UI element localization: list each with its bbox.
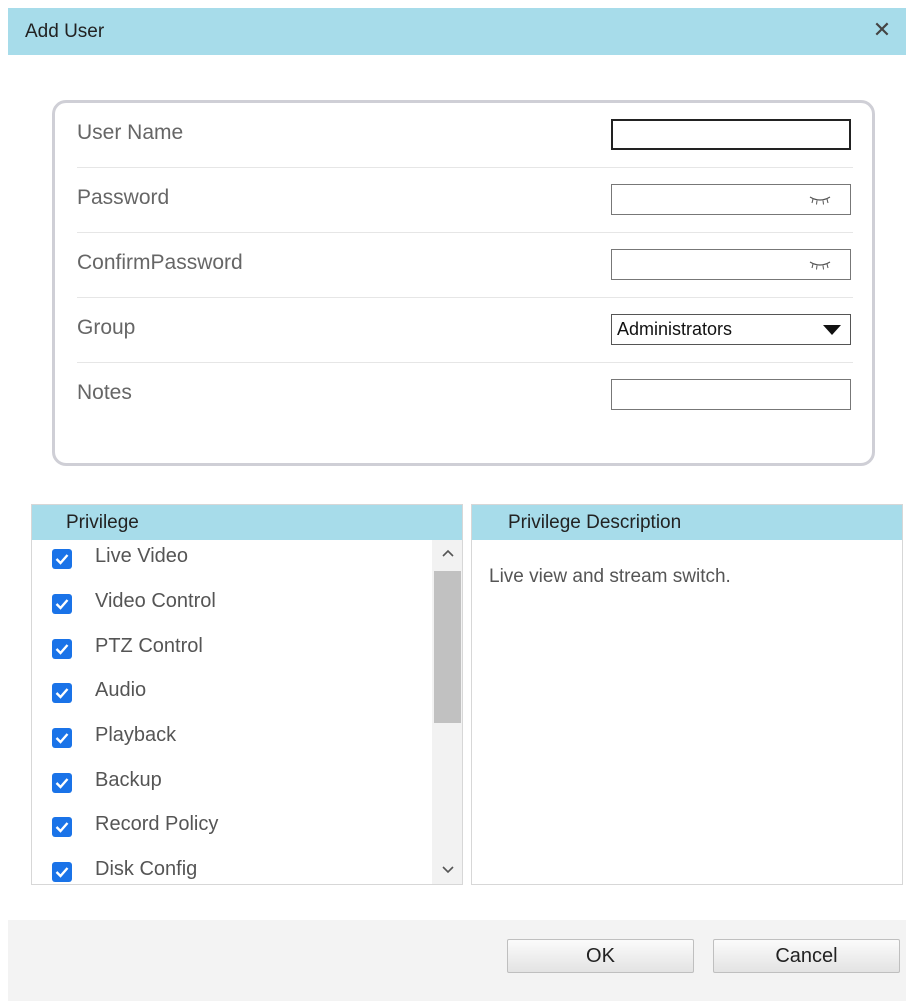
dialog-titlebar: Add User ✕ [8, 8, 906, 55]
privilege-header: Privilege [32, 505, 462, 540]
group-label: Group [77, 316, 136, 339]
checkbox-checked-icon[interactable] [52, 594, 72, 614]
checkbox-checked-icon[interactable] [52, 549, 72, 569]
privilege-item-label: Disk Config [95, 858, 198, 880]
notes-input[interactable] [612, 380, 850, 409]
scrollbar-thumb[interactable] [434, 571, 461, 723]
checkbox-checked-icon[interactable] [52, 817, 72, 837]
privilege-list: Live Video Video Control PTZ Control Aud… [32, 540, 432, 884]
privilege-item-video-control[interactable]: Video Control [52, 589, 422, 617]
privilege-panel: Privilege Live Video Video Control PTZ C… [31, 504, 463, 885]
password-row: Password [77, 168, 853, 233]
privilege-item-record-policy[interactable]: Record Policy [52, 812, 422, 840]
privilege-item-backup[interactable]: Backup [52, 768, 422, 796]
privilege-item-ptz-control[interactable]: PTZ Control [52, 634, 422, 662]
group-select[interactable]: Administrators [611, 314, 851, 345]
checkbox-checked-icon[interactable] [52, 639, 72, 659]
caret-down-icon [823, 325, 841, 335]
checkbox-checked-icon[interactable] [52, 728, 72, 748]
privilege-item-playback[interactable]: Playback [52, 723, 422, 751]
privilege-item-live-video[interactable]: Live Video [52, 544, 422, 572]
privilege-item-label: Backup [95, 769, 162, 791]
checkbox-checked-icon[interactable] [52, 862, 72, 882]
user-name-row: User Name [77, 103, 853, 168]
confirm-password-label: ConfirmPassword [77, 251, 243, 274]
privilege-item-label: Record Policy [95, 813, 219, 835]
privilege-item-audio[interactable]: Audio [52, 678, 422, 706]
privilege-scrollbar[interactable] [432, 540, 462, 884]
dialog-footer: OK Cancel [8, 920, 906, 1001]
eye-closed-icon[interactable] [808, 259, 832, 271]
user-form-panel: User Name Password ConfirmPassword Group… [52, 100, 875, 466]
privilege-item-label: Audio [95, 679, 147, 701]
checkbox-checked-icon[interactable] [52, 773, 72, 793]
privilege-description-header: Privilege Description [472, 505, 902, 540]
privilege-description-panel: Privilege Description Live view and stre… [471, 504, 903, 885]
group-row: Group Administrators [77, 298, 853, 363]
close-icon[interactable]: ✕ [872, 19, 892, 41]
ok-button[interactable]: OK [507, 939, 694, 973]
privilege-item-disk-config[interactable]: Disk Config [52, 857, 422, 884]
add-user-dialog: Add User ✕ User Name Password ConfirmPas… [0, 0, 906, 1001]
notes-row: Notes [77, 363, 853, 428]
chevron-up-icon[interactable] [432, 540, 462, 568]
password-field-box [611, 184, 851, 215]
privilege-item-label: Live Video [95, 545, 189, 567]
group-selected-value: Administrators [617, 319, 733, 339]
privilege-item-label: PTZ Control [95, 635, 203, 657]
notes-label: Notes [77, 381, 132, 404]
privilege-item-label: Playback [95, 724, 177, 746]
eye-closed-icon[interactable] [808, 194, 832, 206]
confirm-password-field-box [611, 249, 851, 280]
confirm-password-row: ConfirmPassword [77, 233, 853, 298]
notes-field-box [611, 379, 851, 410]
user-name-field-box [611, 119, 851, 150]
privilege-item-label: Video Control [95, 590, 216, 612]
dialog-title: Add User [25, 21, 105, 42]
cancel-button[interactable]: Cancel [713, 939, 900, 973]
user-name-input[interactable] [613, 121, 849, 148]
chevron-down-icon[interactable] [432, 857, 462, 884]
privilege-description-text: Live view and stream switch. [489, 566, 731, 587]
password-label: Password [77, 186, 170, 209]
checkbox-checked-icon[interactable] [52, 683, 72, 703]
user-name-label: User Name [77, 121, 184, 144]
